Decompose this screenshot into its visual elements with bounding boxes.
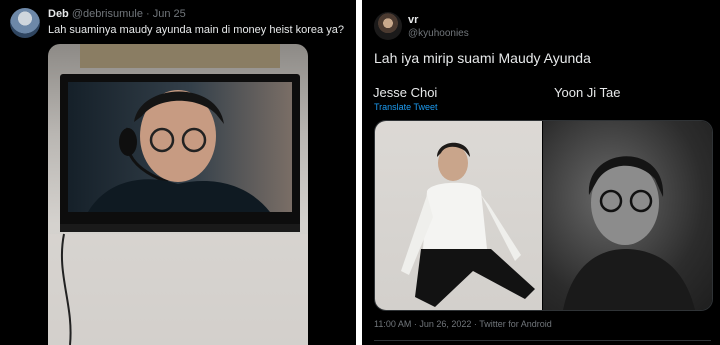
tweet-photo[interactable]	[48, 44, 308, 345]
tv-bottom-bezel	[60, 224, 300, 232]
display-name[interactable]: Deb	[48, 8, 69, 20]
caption-left: Jesse Choi	[373, 85, 438, 100]
translate-tweet-link[interactable]: Translate Tweet	[374, 102, 438, 112]
tweet-header: Deb @debrisumule · Jun 25	[48, 8, 186, 20]
bottom-border	[374, 340, 711, 341]
tweet-text: Lah suaminya maudy ayunda main di money …	[48, 24, 344, 36]
handle[interactable]: @kyuhoonies	[408, 28, 469, 39]
avatar[interactable]	[10, 8, 40, 38]
caption-right: Yoon Ji Tae	[554, 85, 621, 100]
wall-shelf	[80, 44, 280, 68]
separator: ·	[146, 8, 150, 20]
tv-on-wall-photo	[48, 44, 308, 345]
photo-right[interactable]	[543, 121, 712, 310]
right-tweet: vr @kyuhoonies Lah iya mirip suami Maudy…	[362, 0, 720, 345]
left-tweet: Deb @debrisumule · Jun 25 Lah suaminya m…	[0, 0, 356, 345]
portrait-illustration	[563, 156, 695, 310]
display-name[interactable]: vr	[408, 14, 418, 26]
jacket	[563, 249, 695, 310]
tweet-text: Lah iya mirip suami Maudy Ayunda	[374, 50, 591, 66]
handle[interactable]: @debrisumule	[72, 8, 143, 20]
tweet-photo[interactable]	[374, 120, 713, 311]
tweet-metadata[interactable]: 11:00 AM · Jun 26, 2022 · Twitter for An…	[374, 319, 552, 329]
wall	[48, 234, 308, 345]
avatar[interactable]	[374, 12, 402, 40]
tweet-date[interactable]: Jun 25	[153, 8, 186, 20]
photo-left[interactable]	[375, 121, 542, 310]
on-screen-headset	[119, 128, 137, 156]
seated-man-illustration	[401, 142, 535, 307]
